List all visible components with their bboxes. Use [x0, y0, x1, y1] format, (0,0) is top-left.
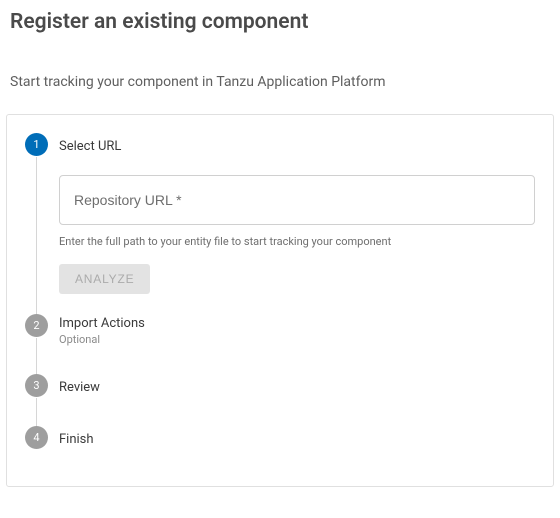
step-number-4: 4 — [25, 426, 48, 449]
step-header: Import Actions Optional — [59, 314, 535, 346]
step-label: Select URL — [59, 139, 535, 154]
step-select-url: 1 Select URL Enter the full path to your… — [25, 133, 535, 314]
step-connector — [36, 338, 37, 376]
step-header: Select URL — [59, 133, 535, 157]
step-finish: 4 Finish — [25, 426, 535, 468]
page-title: Register an existing component — [10, 10, 554, 34]
step-header: Review — [59, 374, 535, 398]
step-connector — [36, 398, 37, 428]
step-number-1: 1 — [25, 133, 48, 156]
step-number-2: 2 — [25, 314, 48, 337]
step-label: Finish — [59, 432, 535, 447]
step-number-3: 3 — [25, 374, 48, 397]
stepper-panel: 1 Select URL Enter the full path to your… — [6, 114, 554, 487]
repository-url-input[interactable] — [59, 175, 535, 225]
page-subtitle: Start tracking your component in Tanzu A… — [10, 74, 554, 90]
stepper: 1 Select URL Enter the full path to your… — [25, 133, 535, 468]
analyze-button[interactable]: ANALYZE — [59, 264, 150, 294]
helper-text: Enter the full path to your entity file … — [59, 235, 535, 248]
step-sublabel: Optional — [59, 333, 535, 346]
step-label: Review — [59, 380, 535, 395]
step-label: Import Actions — [59, 316, 535, 331]
step-import-actions: 2 Import Actions Optional — [25, 314, 535, 374]
step-body: Enter the full path to your entity file … — [59, 157, 535, 314]
step-header: Finish — [59, 426, 535, 450]
step-connector — [36, 157, 37, 316]
step-review: 3 Review — [25, 374, 535, 426]
